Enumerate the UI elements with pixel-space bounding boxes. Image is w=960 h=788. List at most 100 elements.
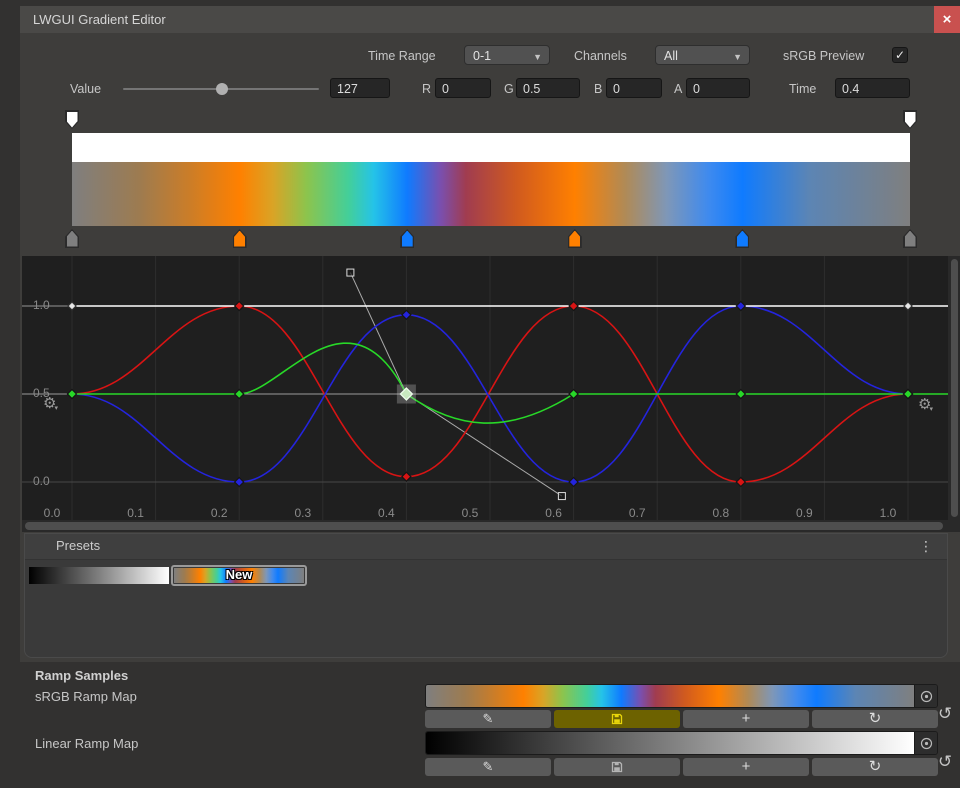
gradient-preview-strip[interactable] (72, 162, 910, 226)
refresh-icon: ↻ (869, 759, 882, 775)
save-button[interactable] (554, 758, 680, 776)
edit-button[interactable]: ✎ (425, 758, 551, 776)
a-field[interactable]: 0 (686, 78, 750, 98)
ramp-map-preview[interactable] (425, 684, 938, 708)
channels-dropdown[interactable]: All ▼ (655, 45, 750, 65)
object-picker-button[interactable] (914, 732, 937, 754)
object-picker-icon (920, 690, 933, 703)
pencil-icon: ✎ (483, 759, 494, 775)
green-curve-key[interactable] (904, 390, 913, 399)
ramp-button-row: ✎ + ↻ (425, 710, 938, 728)
green-curve[interactable] (72, 343, 948, 423)
blue-curve-key[interactable] (402, 310, 411, 319)
time-label: Time (789, 81, 816, 97)
tangent-handle-out[interactable] (558, 493, 565, 500)
alpha-curve-key[interactable] (904, 302, 912, 310)
refresh-button[interactable]: ↻ (812, 710, 938, 728)
value-slider-thumb[interactable] (216, 83, 228, 95)
lwgui-gradient-editor-window: LWGUI Gradient Editor × Time Range 0-1 ▼… (0, 0, 960, 788)
title-bar[interactable]: LWGUI Gradient Editor × (20, 6, 960, 33)
b-label: B (594, 81, 602, 97)
color-marker[interactable] (735, 229, 749, 248)
rgba-curves-canvas[interactable] (22, 256, 948, 532)
blue-curve-key[interactable] (736, 302, 745, 311)
red-curve-key[interactable] (569, 302, 578, 311)
ramp-button-row: ✎ + ↻ (425, 758, 938, 776)
green-curve-key[interactable] (736, 390, 745, 399)
value-field[interactable]: 127 (330, 78, 390, 98)
vertical-scrollbar[interactable] (948, 256, 960, 532)
alpha-curve-key[interactable] (68, 302, 76, 310)
time-field[interactable]: 0.4 (835, 78, 910, 98)
preset-label: New (173, 567, 305, 584)
ramp-samples-title: Ramp Samples (35, 668, 128, 683)
object-picker-button[interactable] (914, 685, 937, 707)
horizontal-scrollbar-thumb[interactable] (25, 522, 943, 530)
x-tick-label: 0.0 (44, 506, 61, 520)
object-picker-icon (920, 737, 933, 750)
time-range-label: Time Range (368, 48, 436, 64)
window-title: LWGUI Gradient Editor (33, 6, 166, 33)
presets-title: Presets (56, 538, 100, 553)
revert-button[interactable]: ↺ (938, 752, 952, 772)
right-gear-icon[interactable]: ⚙▾ (918, 397, 933, 418)
preset-swatch-selected[interactable]: New (171, 565, 307, 586)
color-marker[interactable] (400, 229, 414, 248)
tangent-handle-in[interactable] (347, 269, 354, 276)
edit-button[interactable]: ✎ (425, 710, 551, 728)
x-tick-label: 0.1 (127, 506, 144, 520)
green-curve-key[interactable] (569, 390, 578, 399)
srgb-preview-checkbox[interactable]: ✓ (892, 47, 908, 63)
color-marker[interactable] (568, 229, 582, 248)
plus-icon: + (742, 711, 751, 727)
save-floppy-icon (611, 761, 623, 773)
blue-curve-key[interactable] (569, 478, 578, 487)
revert-button[interactable]: ↺ (938, 704, 952, 724)
plus-icon: + (742, 759, 751, 775)
color-marker[interactable] (903, 229, 917, 248)
x-tick-label: 0.8 (712, 506, 729, 520)
r-label: R (422, 81, 431, 97)
ramp-map-label: Linear Ramp Map (35, 736, 138, 752)
y-tick-label: 0.0 (33, 474, 50, 488)
r-field[interactable]: 0 (435, 78, 491, 98)
undo-icon: ↺ (938, 704, 952, 723)
alpha-preview-strip[interactable] (72, 133, 910, 162)
chevron-down-icon: ▼ (533, 47, 542, 67)
horizontal-scrollbar[interactable] (22, 520, 948, 532)
srgb-preview-label: sRGB Preview (783, 48, 864, 64)
blue-curve-key[interactable] (235, 478, 244, 487)
color-marker[interactable] (65, 229, 79, 248)
color-marker[interactable] (233, 229, 247, 248)
refresh-button[interactable]: ↻ (812, 758, 938, 776)
x-tick-label: 0.5 (462, 506, 479, 520)
g-field[interactable]: 0.5 (516, 78, 580, 98)
close-button[interactable]: × (934, 6, 960, 33)
channels-value: All (664, 49, 678, 63)
alpha-marker[interactable] (65, 110, 79, 129)
alpha-marker[interactable] (903, 110, 917, 129)
x-tick-label: 0.3 (294, 506, 311, 520)
green-curve-key[interactable] (68, 390, 77, 399)
red-curve-key[interactable] (736, 478, 745, 487)
g-label: G (504, 81, 514, 97)
x-tick-label: 0.6 (545, 506, 562, 520)
x-tick-label: 1.0 (880, 506, 897, 520)
curve-editor[interactable] (22, 256, 948, 532)
red-curve-key[interactable] (402, 472, 411, 481)
channels-label: Channels (574, 48, 627, 64)
save-button[interactable] (554, 710, 680, 728)
time-range-dropdown[interactable]: 0-1 ▼ (464, 45, 550, 65)
green-curve-key[interactable] (235, 390, 244, 399)
preset-swatch[interactable] (29, 567, 169, 584)
red-curve-key[interactable] (235, 302, 244, 311)
time-range-value: 0-1 (473, 49, 491, 63)
add-button[interactable]: + (683, 710, 809, 728)
chevron-down-icon: ▼ (733, 47, 742, 67)
kebab-menu-icon[interactable]: ⋮ (919, 537, 933, 555)
ramp-map-preview[interactable] (425, 731, 938, 755)
left-gear-icon[interactable]: ⚙▾ (43, 396, 58, 417)
add-button[interactable]: + (683, 758, 809, 776)
vertical-scrollbar-thumb[interactable] (951, 259, 958, 517)
b-field[interactable]: 0 (606, 78, 662, 98)
